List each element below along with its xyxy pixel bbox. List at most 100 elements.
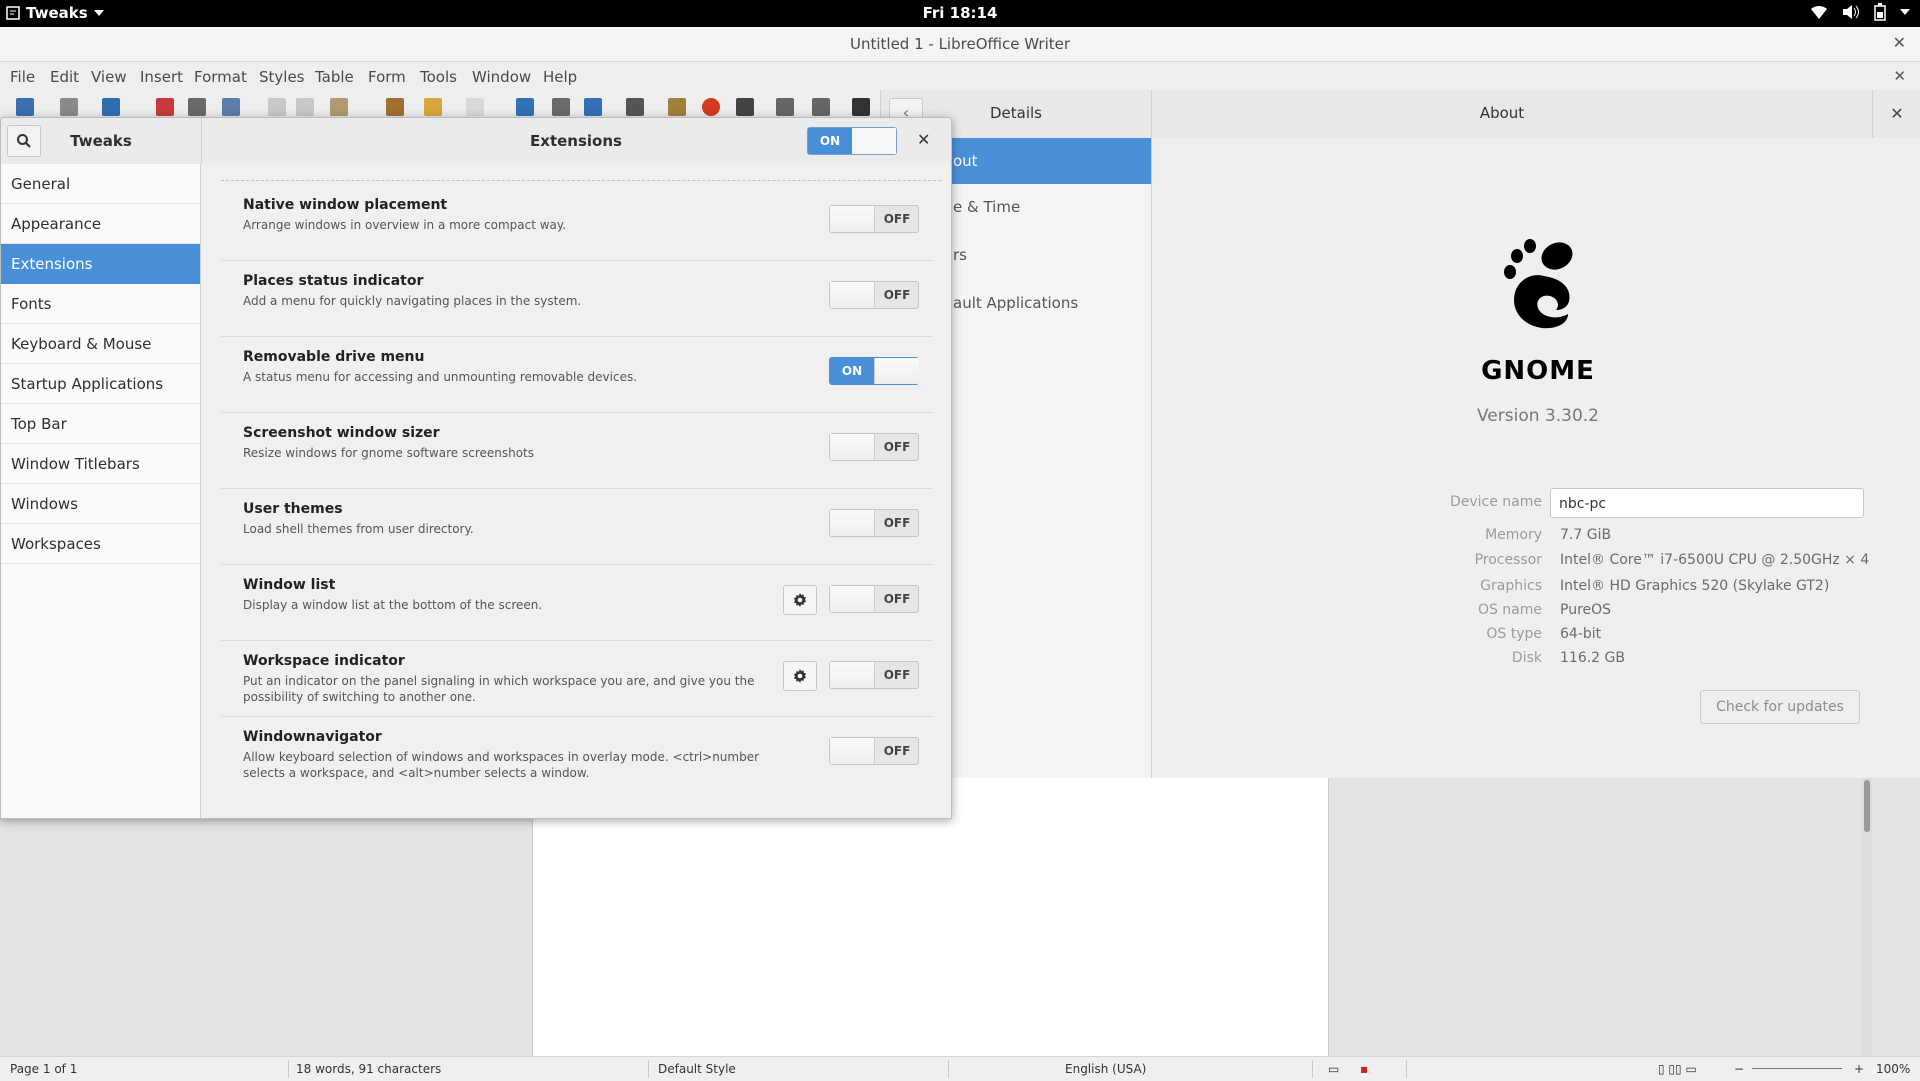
sidebar-item-fonts[interactable]: Fonts xyxy=(1,284,200,324)
find-replace-icon[interactable] xyxy=(516,98,534,116)
search-button[interactable] xyxy=(7,125,41,157)
save-icon[interactable] xyxy=(102,98,120,116)
toggle-state: OFF xyxy=(883,440,911,454)
close-document-icon[interactable]: ✕ xyxy=(1893,67,1906,85)
extension-toggle[interactable]: OFF xyxy=(829,585,919,613)
app-menu-label: Tweaks xyxy=(26,4,88,22)
zoom-level[interactable]: 100% xyxy=(1876,1062,1910,1076)
language[interactable]: English (USA) xyxy=(1065,1062,1146,1076)
export-pdf-icon[interactable] xyxy=(156,98,174,116)
sidebar-item-keyboard-mouse[interactable]: Keyboard & Mouse xyxy=(1,324,200,364)
document-modified-icon: ▭ xyxy=(1328,1062,1340,1076)
clone-formatting-icon[interactable] xyxy=(386,98,404,116)
sidebar-item-windows[interactable]: Windows xyxy=(1,484,200,524)
tweaks-window: Tweaks Extensions ON ✕ General Appearanc… xyxy=(0,117,952,819)
redo-icon[interactable] xyxy=(466,98,484,116)
extension-toggle[interactable]: OFF xyxy=(829,433,919,461)
extensions-list: Native window placement Arrange windows … xyxy=(201,164,951,818)
toggle-state: OFF xyxy=(883,516,911,530)
print-preview-icon[interactable] xyxy=(222,98,240,116)
extension-description: Add a menu for quickly navigating places… xyxy=(243,294,582,308)
zoom-out-icon[interactable]: − xyxy=(1734,1062,1744,1076)
writer-close-icon[interactable]: ✕ xyxy=(1893,33,1906,52)
sidebar-item-top-bar[interactable]: Top Bar xyxy=(1,404,200,444)
open-icon[interactable] xyxy=(60,98,78,116)
cut-icon[interactable] xyxy=(268,98,286,116)
extension-toggle[interactable]: OFF xyxy=(829,509,919,537)
extension-toggle[interactable]: ON xyxy=(829,357,919,385)
system-menu-arrow-icon xyxy=(1900,9,1910,15)
insert-textbox-icon[interactable] xyxy=(736,98,754,116)
print-icon[interactable] xyxy=(188,98,206,116)
sidebar-item-general[interactable]: General xyxy=(1,164,200,204)
menu-window[interactable]: Window xyxy=(472,68,531,86)
page-style[interactable]: Default Style xyxy=(658,1062,736,1076)
sidebar-item-workspaces[interactable]: Workspaces xyxy=(1,524,200,564)
special-character-icon[interactable] xyxy=(852,98,870,116)
extension-toggle[interactable]: OFF xyxy=(829,281,919,309)
sidebar-item-extensions[interactable]: Extensions xyxy=(1,244,200,284)
menu-view[interactable]: View xyxy=(91,68,127,86)
sidebar-item-label: Keyboard & Mouse xyxy=(11,335,152,353)
page-count: Page 1 of 1 xyxy=(10,1062,78,1076)
sidebar-item-startup-applications[interactable]: Startup Applications xyxy=(1,364,200,404)
insert-image-icon[interactable] xyxy=(668,98,686,116)
menu-file[interactable]: File xyxy=(10,68,35,86)
menu-edit[interactable]: Edit xyxy=(50,68,79,86)
extension-toggle[interactable]: OFF xyxy=(829,205,919,233)
memory-value: 7.7 GiB xyxy=(1560,527,1612,543)
extension-settings-button[interactable] xyxy=(783,661,817,691)
gear-icon xyxy=(794,669,806,683)
word-count[interactable]: 18 words, 91 characters xyxy=(296,1062,441,1076)
extension-toggle[interactable]: OFF xyxy=(829,661,919,689)
insert-table-icon[interactable] xyxy=(626,98,644,116)
insert-field-icon[interactable] xyxy=(812,98,830,116)
menu-insert[interactable]: Insert xyxy=(140,68,183,86)
menu-form[interactable]: Form xyxy=(368,68,406,86)
extension-name: Screenshot window sizer xyxy=(243,425,440,441)
sidebar-item-appearance[interactable]: Appearance xyxy=(1,204,200,244)
app-menu[interactable]: Tweaks xyxy=(6,4,104,22)
tweaks-app-icon xyxy=(6,6,20,20)
menu-styles[interactable]: Styles xyxy=(259,68,305,86)
sidebar-item-label: Fonts xyxy=(11,295,52,313)
insert-page-break-icon[interactable] xyxy=(776,98,794,116)
tweaks-title: Tweaks xyxy=(70,132,132,150)
formatting-marks-icon[interactable] xyxy=(584,98,602,116)
disk-label: Disk xyxy=(1511,650,1542,666)
undo-icon[interactable] xyxy=(424,98,442,116)
extension-description: Arrange windows in overview in a more co… xyxy=(243,218,567,232)
zoom-slider[interactable] xyxy=(1752,1068,1842,1069)
check-for-updates-button[interactable]: Check for updates xyxy=(1700,690,1860,724)
toggle-state: OFF xyxy=(883,592,911,606)
copy-icon[interactable] xyxy=(296,98,314,116)
extension-toggle[interactable]: OFF xyxy=(829,737,919,765)
paste-icon[interactable] xyxy=(330,98,348,116)
menu-help[interactable]: Help xyxy=(543,68,577,86)
scrollbar-thumb[interactable] xyxy=(1864,780,1870,832)
digital-signature-icon[interactable]: ▪ xyxy=(1360,1062,1368,1076)
spelling-icon[interactable] xyxy=(552,98,570,116)
settings-close-icon[interactable]: ✕ xyxy=(1872,90,1920,138)
toggle-state: OFF xyxy=(883,744,911,758)
gnome-wordmark: GNOME xyxy=(1481,356,1595,386)
vertical-scrollbar[interactable] xyxy=(1862,770,1872,1056)
new-document-icon[interactable] xyxy=(16,98,34,116)
insert-chart-icon[interactable] xyxy=(702,98,720,116)
extension-description: Put an indicator on the panel signaling … xyxy=(243,674,755,704)
tweaks-close-icon[interactable]: ✕ xyxy=(917,130,930,149)
sidebar-item-window-titlebars[interactable]: Window Titlebars xyxy=(1,444,200,484)
single-page-view-icon[interactable]: ▯ ▯▯ ▭ xyxy=(1658,1062,1697,1076)
details-item-label: rs xyxy=(953,246,967,264)
details-item-label: ault Applications xyxy=(953,294,1079,312)
device-name-field[interactable]: nbc-pc xyxy=(1550,488,1864,518)
system-menu[interactable] xyxy=(1810,3,1910,21)
menu-table[interactable]: Table xyxy=(315,68,354,86)
menu-format[interactable]: Format xyxy=(194,68,247,86)
details-item-label: e & Time xyxy=(953,198,1021,216)
extensions-master-switch[interactable]: ON xyxy=(807,127,897,155)
extension-settings-button[interactable] xyxy=(783,585,817,615)
clock[interactable]: Fri 18:14 xyxy=(923,4,998,22)
menu-tools[interactable]: Tools xyxy=(420,68,457,86)
zoom-in-icon[interactable]: + xyxy=(1854,1062,1864,1076)
